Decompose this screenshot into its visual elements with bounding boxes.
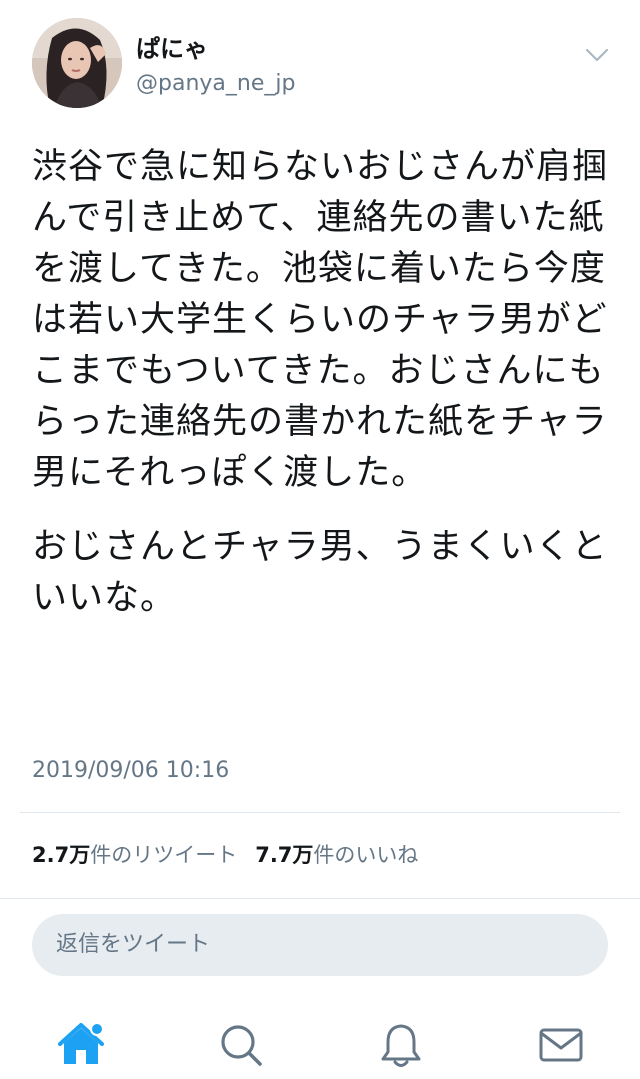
divider — [20, 812, 620, 813]
like-stat[interactable]: 7.7万件のいいね — [255, 843, 418, 867]
avatar[interactable] — [32, 18, 122, 108]
user-handle[interactable]: @panya_ne_jp — [136, 70, 295, 98]
tweet-stats: 2.7万件のリツイート 7.7万件のいいね — [32, 840, 436, 870]
bottom-tab-bar — [0, 1000, 640, 1079]
reply-placeholder: 返信をツイート — [56, 932, 211, 957]
tweet-paragraph: 渋谷で急に知らないおじさんが肩掴んで引き止めて、連絡先の書いた紙を渡してきた。池… — [32, 147, 609, 493]
avatar-photo — [32, 18, 122, 108]
chevron-down-icon[interactable] — [584, 42, 610, 68]
search-icon[interactable] — [216, 1020, 266, 1070]
notifications-icon[interactable] — [376, 1020, 426, 1070]
messages-icon[interactable] — [536, 1020, 586, 1070]
like-count: 7.7万 — [255, 843, 314, 867]
tweet-header: ぱにゃ @panya_ne_jp — [32, 18, 624, 114]
tweet-timestamp[interactable]: 2019/09/06 10:16 — [32, 756, 229, 786]
reply-input[interactable]: 返信をツイート — [32, 914, 608, 976]
like-label: 件のいいね — [313, 843, 419, 867]
tweet-paragraph: おじさんとチャラ男、うまくいくといいな。 — [32, 527, 608, 618]
divider — [0, 898, 640, 899]
retweet-label: 件のリツイート — [90, 843, 238, 867]
retweet-count: 2.7万 — [32, 843, 91, 867]
home-icon[interactable] — [56, 1020, 106, 1070]
retweet-stat[interactable]: 2.7万件のリツイート — [32, 843, 237, 867]
tweet-text: 渋谷で急に知らないおじさんが肩掴んで引き止めて、連絡先の書いた紙を渡してきた。池… — [32, 142, 612, 624]
display-name[interactable]: ぱにゃ — [136, 34, 208, 64]
